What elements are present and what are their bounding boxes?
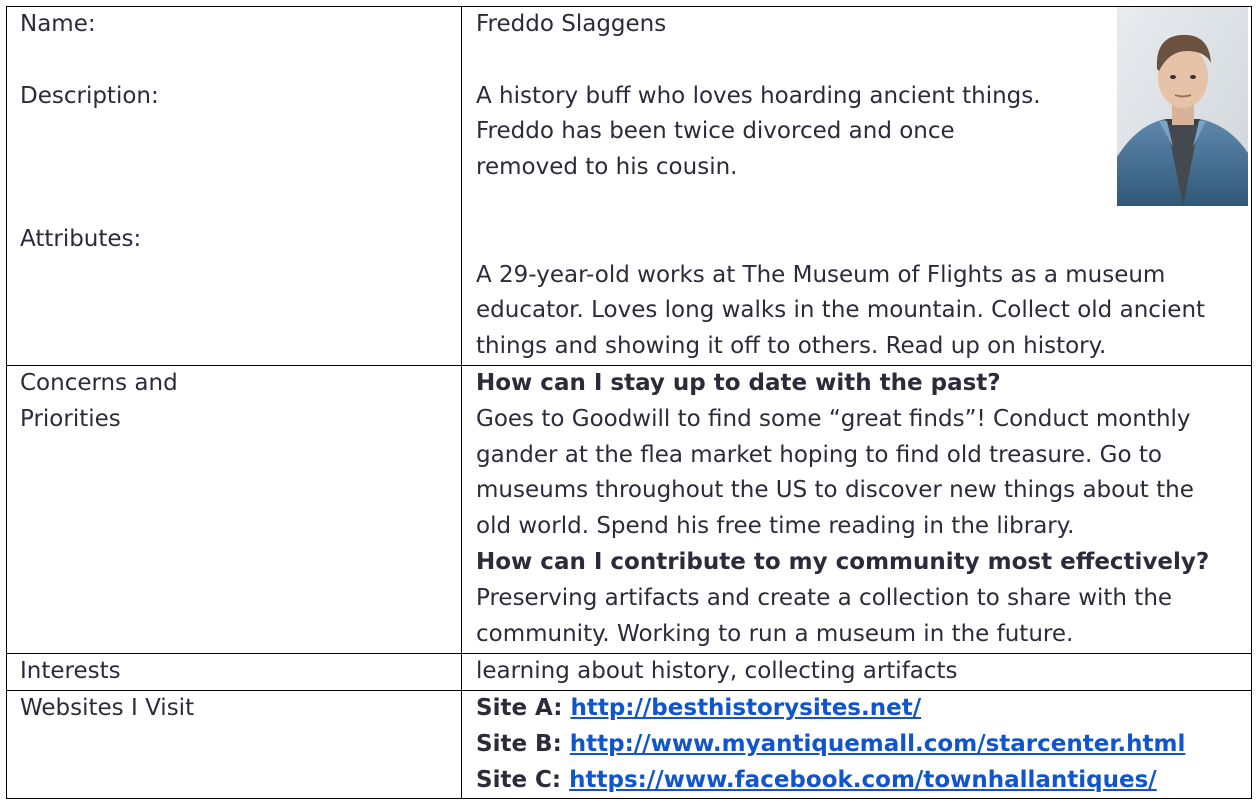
websites-label: Websites I Visit [20,695,195,721]
profile-row: Name: Description: Attributes: Freddo Sl… [6,6,1252,366]
interests-row: Interests learning about history, collec… [6,653,1252,691]
portrait-photo-icon [1117,7,1248,206]
attributes-label: Attributes: [20,225,142,252]
site-a-link[interactable]: http://besthistorysites.net/ [570,695,921,721]
persona-document: Name: Description: Attributes: Freddo Sl… [6,6,1252,800]
persona-photo [1117,7,1248,206]
concern-answer-line: museums throughout the US to discover ne… [476,477,1194,504]
attributes-line: A 29-year-old works at The Museum of Fli… [476,261,1166,288]
site-c-link[interactable]: https://www.facebook.com/townhallantique… [569,767,1157,793]
concerns-label-cell: Concerns and Priorities [6,365,462,654]
websites-value-cell: Site A: http://besthistorysites.net/ Sit… [461,689,1252,800]
site-prefix: Site C: [476,766,570,793]
concern-answer-line: community. Working to run a museum in th… [476,620,1074,647]
concern-question: How can I contribute to my community mos… [476,548,1210,575]
interests-label-cell: Interests [6,653,462,691]
priorities-label: Priorities [20,405,121,432]
profile-labels-cell: Name: Description: Attributes: [6,6,462,366]
websites-row: Websites I Visit Site A: http://besthist… [6,689,1252,800]
interests-value: learning about history, collecting artif… [476,658,958,684]
concerns-label: Concerns and [20,370,178,396]
concern-answer-line: Preserving artifacts and create a collec… [476,584,1173,611]
name-label: Name: [20,11,96,37]
concern-answer-line: old world. Spend his free time reading i… [476,513,1075,540]
websites-label-cell: Websites I Visit [6,689,462,800]
website-entry: Site A: http://besthistorysites.net/ [476,691,1247,727]
website-entry: Site B: http://www.myantiquemall.com/sta… [476,727,1247,763]
persona-table: Name: Description: Attributes: Freddo Sl… [6,6,1252,800]
site-prefix: Site B: [476,730,570,757]
attributes-line: educator. Loves long walks in the mounta… [476,297,1206,324]
concerns-row: Concerns and Priorities How can I stay u… [6,365,1252,654]
concerns-value-cell: How can I stay up to date with the past?… [461,365,1252,654]
interests-value-cell: learning about history, collecting artif… [461,653,1252,691]
profile-content: Freddo Slaggens A history buff who loves… [476,7,1248,365]
concern-answer-line: Goes to Goodwill to find some “great fin… [476,405,1191,432]
site-prefix: Site A: [476,695,571,721]
profile-values-cell: Freddo Slaggens A history buff who loves… [461,6,1252,366]
concern-question: How can I stay up to date with the past? [476,370,1001,396]
concern-answer-line: gander at the flea market hoping to find… [476,441,1162,468]
attributes-line: things and showing it off to others. Rea… [476,333,1107,360]
interests-label: Interests [20,658,121,684]
website-entry: Site C: https://www.facebook.com/townhal… [476,763,1247,799]
description-label: Description: [20,82,159,109]
site-b-link[interactable]: http://www.myantiquemall.com/starcenter.… [570,731,1186,757]
